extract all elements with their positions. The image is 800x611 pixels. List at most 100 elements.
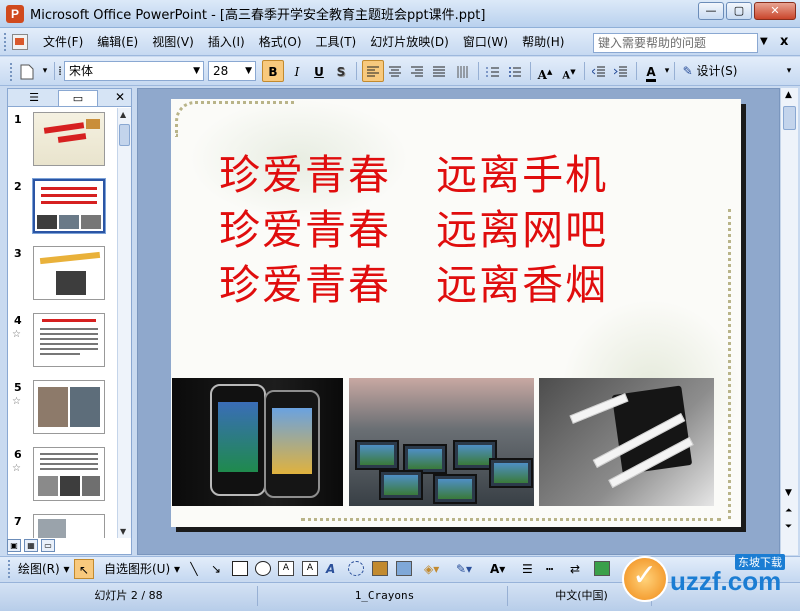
- watermark-text: uzzf.com: [670, 566, 782, 596]
- font-size-select[interactable]: 28 ▼: [208, 61, 256, 81]
- thumbnail-slide-3[interactable]: 3: [8, 246, 116, 306]
- toolbar-options-icon[interactable]: ▾: [784, 60, 794, 82]
- toolbar-grip[interactable]: [10, 63, 14, 81]
- shadow-style-icon[interactable]: [594, 561, 610, 576]
- select-objects-icon[interactable]: ↖: [74, 559, 94, 579]
- font-color-dropdown-icon[interactable]: ▾: [662, 60, 672, 82]
- vine-border-decoration: [719, 209, 731, 519]
- diagram-icon[interactable]: [348, 561, 364, 576]
- slide-scrollbar[interactable]: ▲ ▼ ⏶ ⏷: [780, 88, 798, 555]
- thumbnail-slide-7[interactable]: 7: [8, 514, 116, 538]
- scroll-up-icon[interactable]: ▲: [785, 90, 792, 100]
- draw-menu-button[interactable]: 绘图(R) ▾: [18, 559, 70, 579]
- arrow-style-icon[interactable]: ⇄: [570, 559, 580, 579]
- thumbnail-slide-6[interactable]: 6 ☆: [8, 447, 116, 507]
- thumbnail-scrollbar[interactable]: ▲ ▼: [117, 108, 131, 538]
- toolbar-grip[interactable]: [8, 560, 12, 578]
- scroll-down-icon[interactable]: ▼: [120, 527, 126, 536]
- normal-view-icon[interactable]: ▣: [7, 539, 21, 552]
- scroll-up-icon[interactable]: ▲: [120, 110, 126, 119]
- vertical-textbox-icon[interactable]: A: [302, 561, 318, 576]
- document-close-icon[interactable]: x: [780, 34, 788, 49]
- textbox-tool-icon[interactable]: A: [278, 561, 294, 576]
- maximize-button[interactable]: ▢: [726, 2, 752, 20]
- help-dropdown-icon[interactable]: ▼: [760, 36, 768, 47]
- increase-indent-icon[interactable]: [610, 60, 632, 82]
- thumbnail-slide-1[interactable]: 1: [8, 112, 116, 172]
- close-button[interactable]: ✕: [754, 2, 796, 20]
- align-right-icon[interactable]: [406, 60, 428, 82]
- menu-insert[interactable]: 插入(I): [201, 31, 252, 53]
- minimize-button[interactable]: —: [698, 2, 724, 20]
- slides-tab[interactable]: ▭: [58, 90, 98, 106]
- slide-text-line-2[interactable]: 珍爱青春 远离网吧: [219, 196, 608, 256]
- design-label: 设计(S): [696, 64, 738, 78]
- wordart-icon[interactable]: A: [326, 559, 342, 579]
- fill-color-icon[interactable]: ◈▾: [424, 559, 439, 579]
- line-color-icon[interactable]: ✎▾: [456, 559, 472, 579]
- thumbnail-slide-4[interactable]: 4 ☆: [8, 313, 116, 373]
- slideshow-view-icon[interactable]: ▭: [41, 539, 55, 552]
- slide-text-line-3[interactable]: 珍爱青春 远离香烟: [219, 251, 608, 311]
- menu-format[interactable]: 格式(O): [252, 31, 309, 53]
- pane-close-icon[interactable]: ✕: [115, 90, 125, 104]
- line-tool-icon[interactable]: ╲: [186, 559, 202, 579]
- scroll-thumb[interactable]: [783, 106, 796, 130]
- thumbnail-image: [33, 246, 105, 300]
- next-slide-icon[interactable]: ⏷: [785, 522, 792, 532]
- slide-sorter-icon[interactable]: ▦: [24, 539, 38, 552]
- bold-icon[interactable]: B: [262, 60, 284, 82]
- new-icon[interactable]: [16, 60, 38, 82]
- previous-slide-icon[interactable]: ⏶: [785, 506, 792, 516]
- menu-slideshow[interactable]: 幻灯片放映(D): [363, 31, 456, 53]
- vertical-text-icon[interactable]: [452, 60, 474, 82]
- toolbar-grip[interactable]: [4, 32, 8, 51]
- scroll-down-icon[interactable]: ▼: [785, 488, 792, 498]
- current-slide[interactable]: 珍爱青春 远离手机 珍爱青春 远离网吧 珍爱青春 远离香烟: [171, 99, 741, 527]
- dash-style-icon[interactable]: ┅: [546, 559, 553, 579]
- autoshapes-label: 自选图形(U): [104, 562, 171, 576]
- align-left-icon[interactable]: [362, 60, 384, 82]
- clip-art-icon[interactable]: [372, 561, 388, 576]
- decrease-indent-icon[interactable]: [588, 60, 610, 82]
- help-search-input[interactable]: 键入需要帮助的问题: [593, 33, 758, 53]
- font-color-draw-icon[interactable]: A▾: [490, 559, 505, 579]
- bullets-icon[interactable]: [504, 60, 526, 82]
- slide-text-line-1[interactable]: 珍爱青春 远离手机: [219, 141, 608, 201]
- oval-tool-icon[interactable]: [255, 561, 271, 576]
- numbering-icon[interactable]: [482, 60, 504, 82]
- distribute-icon[interactable]: [428, 60, 450, 82]
- line-style-icon[interactable]: ☰: [522, 559, 533, 579]
- underline-icon[interactable]: U: [308, 60, 330, 82]
- shrink-font-icon[interactable]: A▼: [558, 60, 580, 82]
- menu-tools[interactable]: 工具(T): [309, 31, 364, 53]
- italic-icon[interactable]: I: [286, 60, 308, 82]
- arrow-tool-icon[interactable]: ↘: [208, 559, 224, 579]
- align-center-icon[interactable]: [384, 60, 406, 82]
- picture-icon[interactable]: [396, 561, 412, 576]
- grow-font-icon[interactable]: A▲: [534, 60, 556, 82]
- font-color-icon[interactable]: A: [640, 60, 662, 82]
- animation-star-icon: ☆: [12, 329, 21, 340]
- document-menu-icon[interactable]: [12, 33, 28, 50]
- thumbnail-number: 4: [14, 314, 22, 327]
- design-button[interactable]: ✎ 设计(S): [680, 60, 740, 82]
- menu-help[interactable]: 帮助(H): [515, 31, 571, 53]
- thumbnail-slide-2[interactable]: 2: [8, 178, 116, 239]
- font-name-select[interactable]: 宋体 ▼: [64, 61, 204, 81]
- internet-cafe-photo[interactable]: [349, 378, 534, 506]
- smartphones-photo[interactable]: [172, 378, 343, 506]
- menu-window[interactable]: 窗口(W): [456, 31, 515, 53]
- menu-file[interactable]: 文件(F): [36, 31, 90, 53]
- shadow-icon[interactable]: S: [330, 60, 352, 82]
- scroll-thumb[interactable]: [119, 124, 130, 146]
- autoshapes-menu-button[interactable]: 自选图形(U) ▾: [104, 559, 180, 579]
- outline-tab[interactable]: ☰: [14, 90, 54, 106]
- rectangle-tool-icon[interactable]: [232, 561, 248, 576]
- thumbnail-slide-5[interactable]: 5 ☆: [8, 380, 116, 440]
- menu-edit[interactable]: 编辑(E): [90, 31, 145, 53]
- powerpoint-app-icon[interactable]: P: [6, 4, 24, 23]
- new-dropdown-icon[interactable]: ▾: [40, 60, 50, 82]
- cigarettes-photo[interactable]: [539, 378, 714, 506]
- menu-view[interactable]: 视图(V): [145, 31, 201, 53]
